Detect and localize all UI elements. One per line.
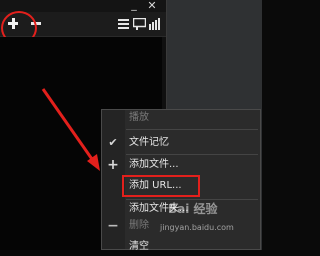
minimize-icon[interactable]: _ <box>127 0 141 11</box>
watermark-url: jingyan.baidu.com <box>160 223 234 232</box>
title-bar: _ ✕ <box>0 0 166 12</box>
menu-item-play[interactable]: 播放 <box>102 109 260 127</box>
menu-lines-icon[interactable] <box>118 19 129 29</box>
menu-item-add-file[interactable]: + 添加文件... <box>102 156 260 174</box>
subtitle-icon[interactable] <box>133 18 146 30</box>
menu-divider <box>126 129 258 130</box>
close-icon[interactable]: ✕ <box>145 0 159 12</box>
plus-icon: + <box>107 157 119 173</box>
annotation-arrow <box>41 88 100 171</box>
minus-icon: − <box>107 218 119 234</box>
watermark-logo: Bai 经验 <box>168 202 218 216</box>
check-icon: ✔ <box>108 136 118 149</box>
menu-divider <box>126 154 258 155</box>
menu-item-clear[interactable]: 清空 <box>102 238 260 256</box>
annotation-highlight-box <box>122 175 200 197</box>
bars-icon[interactable] <box>149 18 161 30</box>
menu-item-file-memory[interactable]: ✔ 文件记忆 <box>102 134 260 152</box>
